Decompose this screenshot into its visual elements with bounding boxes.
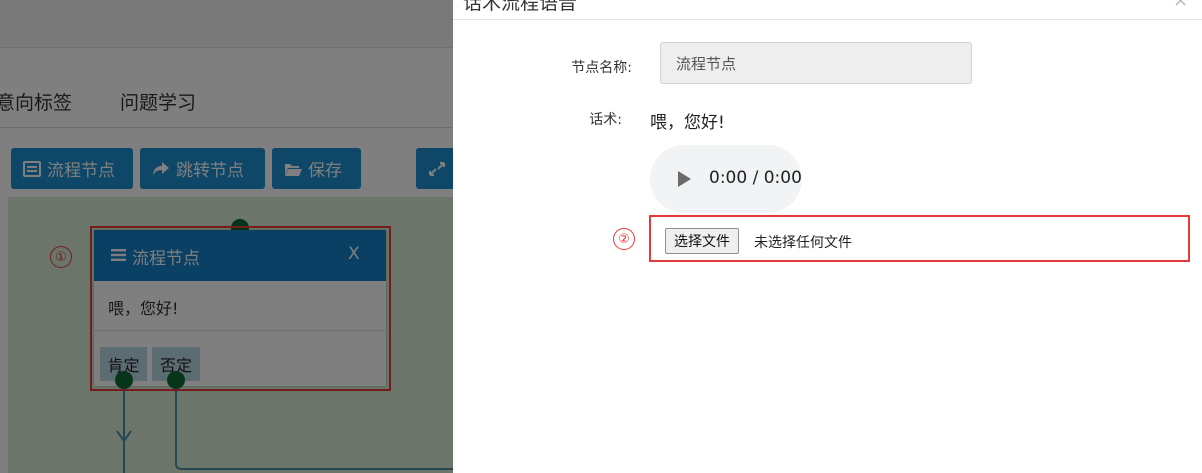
callout-marker-2: ② [613,228,635,250]
modal-title: 话术流程语音 [463,0,578,14]
highlight-box-file [649,215,1190,262]
voice-modal: 话术流程语音 × 节点名称: 话术: 喂，您好! 0:00 / 0:00 选择文… [453,0,1202,473]
play-icon[interactable] [678,171,691,187]
node-name-label: 节点名称: [571,60,632,76]
script-text: 喂，您好! [650,113,725,133]
node-name-field[interactable] [660,42,972,84]
modal-close-button[interactable]: × [1173,0,1188,11]
modal-header-divider [453,19,1202,20]
audio-player[interactable]: 0:00 / 0:00 [650,145,802,213]
audio-time-display: 0:00 / 0:00 [709,168,802,188]
script-label: 话术: [589,112,622,128]
